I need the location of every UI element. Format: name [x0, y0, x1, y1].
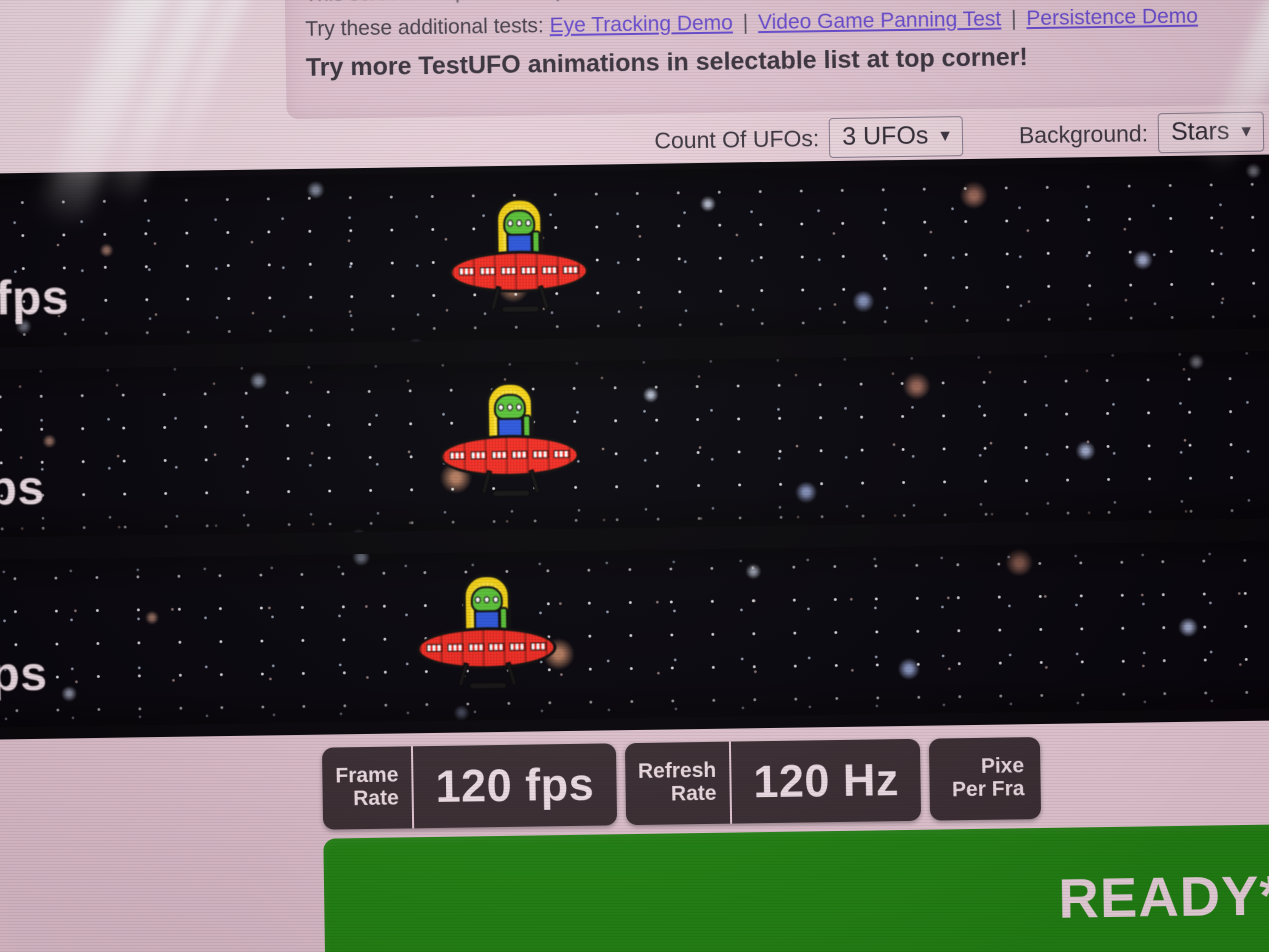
- pixels-per-frame-caption: Pixe Per Fra: [929, 737, 1041, 821]
- status-banner: READY*: [323, 823, 1269, 952]
- refresh-rate-caption-line1: Refresh: [637, 759, 717, 784]
- band-fps-label: 20 fps: [0, 271, 70, 326]
- ufo-band-2: 0 fps: [0, 350, 1269, 538]
- stats-row: Frame Rate 120 fps Refresh Rate 120 Hz P…: [0, 728, 1269, 840]
- badge-refresh-rate: Refresh Rate 120 Hz: [624, 738, 922, 826]
- count-of-ufos-label: Count Of UFOs:: [654, 124, 820, 154]
- ufo-landing-pad: [492, 489, 531, 498]
- band-vignette: [0, 160, 1269, 348]
- control-count-of-ufos: Count Of UFOs: 3 UFOs ▾: [654, 116, 964, 161]
- pixels-per-frame-caption-line2: Per Fra: [951, 777, 1025, 802]
- count-of-ufos-select[interactable]: 3 UFOs ▾: [828, 116, 964, 159]
- link-eye-tracking-demo[interactable]: Eye Tracking Demo: [549, 11, 733, 37]
- frame-rate-caption: Frame Rate: [321, 746, 415, 830]
- badge-frame-rate: Frame Rate 120 fps: [321, 743, 617, 830]
- control-background: Background: Stars ▾: [1018, 111, 1265, 156]
- ufo-landing-pad: [469, 681, 508, 690]
- ufo-windows: [458, 265, 579, 276]
- background-label: Background:: [1018, 119, 1149, 148]
- ufo-sprite: [448, 197, 590, 317]
- additional-tests-label: Try these additional tests:: [305, 14, 544, 41]
- chevron-down-icon: ▾: [940, 125, 951, 147]
- chevron-down-icon: ▾: [1241, 120, 1252, 142]
- background-select[interactable]: Stars ▾: [1157, 111, 1265, 154]
- ufo-sprite: [415, 573, 557, 693]
- ufo-landing-pad: [501, 305, 540, 313]
- ufo-band-1: 20 fps: [0, 160, 1269, 348]
- pixels-per-frame-caption-line1: Pixe: [980, 754, 1025, 779]
- band-fps-label: 0 fps: [0, 461, 46, 517]
- alien-eyes: [507, 219, 532, 227]
- band-vignette: [0, 540, 1269, 728]
- ufo-windows: [426, 641, 547, 652]
- ufo-windows: [449, 449, 570, 460]
- link-persistence-demo[interactable]: Persistence Demo: [1026, 5, 1198, 31]
- link-video-game-panning-test[interactable]: Video Game Panning Test: [758, 8, 1002, 35]
- ufo-sprite: [439, 381, 581, 501]
- band-fps-label: 0 fps: [0, 647, 48, 703]
- link-separator-2: |: [1010, 7, 1017, 31]
- count-of-ufos-value: 3 UFOs: [842, 121, 929, 151]
- frame-rate-value: 120 fps: [435, 758, 595, 812]
- ufo-band-3: 0 fps: [0, 540, 1269, 728]
- band-vignette: [0, 350, 1269, 538]
- frame-rate-caption-line2: Rate: [353, 786, 399, 811]
- alien-eyes: [497, 403, 522, 412]
- alien-eyes: [474, 596, 499, 604]
- ufo-animation-area: 20 fps: [0, 154, 1269, 740]
- refresh-rate-caption: Refresh Rate: [624, 741, 732, 826]
- status-text: READY*: [1057, 862, 1269, 930]
- link-separator-1: |: [742, 11, 749, 35]
- background-value: Stars: [1170, 117, 1230, 147]
- refresh-rate-value: 120 Hz: [752, 754, 900, 808]
- refresh-rate-caption-line2: Rate: [670, 781, 717, 806]
- monitor-screen: This screen compares multiple framerates…: [0, 0, 1269, 952]
- badge-pixels-per-frame: Pixe Per Fra: [929, 737, 1041, 821]
- frame-rate-caption-line1: Frame: [335, 763, 399, 788]
